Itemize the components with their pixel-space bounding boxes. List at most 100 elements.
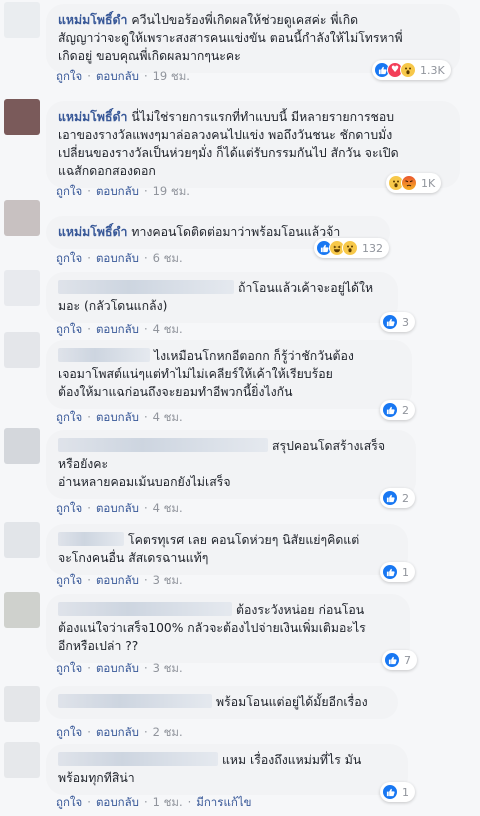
reaction-summary[interactable]: 2 — [380, 400, 415, 420]
like-icon — [382, 314, 398, 330]
reply-link[interactable]: ตอบกลับ — [96, 501, 139, 515]
comment-actions: ถูกใจ · ตอบกลับ · 3 ชม. — [56, 661, 183, 675]
reply-link[interactable]: ตอบกลับ — [96, 725, 139, 739]
avatar[interactable] — [4, 332, 40, 368]
avatar[interactable] — [4, 2, 40, 38]
reply-link[interactable]: ตอบกลับ — [96, 573, 139, 587]
reaction-summary[interactable]: 2 — [380, 488, 415, 508]
reaction-summary[interactable]: 7 — [382, 650, 417, 670]
avatar[interactable] — [4, 270, 40, 306]
comment-text-line: เจอมาโพสต์แน่ๆแต่ทำไม่ไม่เคลียร์ให้เค้าใ… — [58, 367, 333, 381]
reaction-count: 1 — [402, 785, 409, 799]
reaction-count: 1.3K — [420, 63, 445, 77]
comment-bubble: โคตรทุเรศ เลย คอนโดห่วยๆ นิสัยแย่ๆคิดแต่… — [46, 524, 408, 575]
comment-text-line: เปลี่ยนของรางวัลเป็นห่วยๆมั่ง ก็ได้แต่รั… — [58, 146, 399, 160]
commenter-name-blurred[interactable] — [58, 532, 124, 546]
like-icon — [382, 402, 398, 418]
comment-author[interactable]: แหม่มโพธิ์ดำ — [58, 110, 127, 124]
avatar[interactable] — [4, 686, 40, 722]
comment-text-line: เกิดอยู่ ขอบคุณพี่เกิดผลมากๆนะคะ — [58, 49, 241, 63]
like-link[interactable]: ถูกใจ — [56, 184, 82, 198]
like-icon — [382, 490, 398, 506]
like-link[interactable]: ถูกใจ — [56, 795, 82, 809]
commenter-name-blurred[interactable] — [58, 280, 234, 294]
timestamp[interactable]: 6 ชม. — [153, 251, 183, 265]
avatar[interactable] — [4, 522, 40, 558]
timestamp[interactable]: 19 ชม. — [153, 69, 190, 83]
angry-icon — [401, 175, 417, 191]
reply-link[interactable]: ตอบกลับ — [96, 410, 139, 424]
reaction-summary[interactable]: 1 — [380, 782, 415, 802]
comment-text-line: พร้อมโอนแต่อยู่ได้มั้ยอีกเรื่อง — [216, 695, 368, 709]
like-icon — [384, 652, 400, 668]
reply-link[interactable]: ตอบกลับ — [96, 251, 139, 265]
reply-link[interactable]: ตอบกลับ — [96, 184, 139, 198]
like-link[interactable]: ถูกใจ — [56, 410, 82, 424]
reaction-summary[interactable]: 132 — [314, 238, 389, 258]
commenter-name-blurred[interactable] — [58, 348, 150, 362]
comment-text-line: มอะ (กลัวโดนแกล้ง) — [58, 299, 168, 313]
comment-actions: ถูกใจ · ตอบกลับ · 19 ชม. — [56, 69, 190, 83]
reaction-summary[interactable]: 3 — [380, 312, 415, 332]
reply-link[interactable]: ตอบกลับ — [96, 661, 139, 675]
reply-link[interactable]: ตอบกลับ — [96, 795, 139, 809]
like-link[interactable]: ถูกใจ — [56, 501, 82, 515]
timestamp[interactable]: 2 ชม. — [153, 725, 183, 739]
comment-text-line: พร้อมทุกทีสิน่า — [58, 771, 135, 785]
edited-link[interactable]: มีการแก้ไข — [196, 795, 251, 809]
like-icon — [382, 784, 398, 800]
like-link[interactable]: ถูกใจ — [56, 69, 82, 83]
reaction-summary[interactable]: 1 — [380, 562, 415, 582]
comment-actions: ถูกใจ · ตอบกลับ · 19 ชม. — [56, 184, 190, 198]
reaction-count: 132 — [362, 241, 383, 255]
commenter-name-blurred[interactable] — [58, 694, 212, 708]
comment-author[interactable]: แหม่มโพธิ์ดำ — [58, 13, 127, 27]
comment-actions: ถูกใจ · ตอบกลับ · 1 ชม. · มีการแก้ไข — [56, 795, 252, 809]
avatar[interactable] — [4, 742, 40, 778]
timestamp[interactable]: 3 ชม. — [153, 661, 183, 675]
commenter-name-blurred[interactable] — [58, 438, 268, 452]
commenter-name-blurred[interactable] — [58, 602, 232, 616]
avatar[interactable] — [4, 592, 40, 628]
reaction-count: 1K — [421, 176, 436, 190]
like-link[interactable]: ถูกใจ — [56, 322, 82, 336]
reaction-summary[interactable]: ♥ 1.3K — [372, 60, 451, 80]
like-link[interactable]: ถูกใจ — [56, 573, 82, 587]
comment-text-line: ต้องแน่ใจว่าเสร็จ100% กลัวจะต้องไปจ่ายเง… — [58, 621, 366, 635]
comment-bubble: แหม เรื่องถึงแหม่มที่ไร มัน พร้อมทุกทีสิ… — [46, 744, 408, 795]
reply-link[interactable]: ตอบกลับ — [96, 69, 139, 83]
timestamp[interactable]: 4 ชม. — [153, 501, 183, 515]
comment-bubble: ถ้าโอนแล้วเค้าจะอยู่ได้ให มอะ (กลัวโดนแก… — [46, 272, 398, 323]
avatar[interactable] — [4, 99, 40, 135]
timestamp[interactable]: 1 ชม. — [153, 795, 183, 809]
like-link[interactable]: ถูกใจ — [56, 251, 82, 265]
comment-text-line: อีกหรือเปล่า ?? — [58, 639, 139, 653]
reaction-count: 7 — [404, 653, 411, 667]
comment-text-line: เอาของรางวัลแพงๆมาล่อลวงคนไปแข่ง พอถึงวั… — [58, 128, 393, 142]
timestamp[interactable]: 4 ชม. — [153, 410, 183, 424]
comment-text-line: ต้องให้มาแฉก่อนถึงจะยอมทำอีพวกนี้ยิ่งไงก… — [58, 385, 293, 399]
comment-text-line: ต้องระวังหน่อย ก่อนโอน — [236, 603, 365, 617]
reaction-count: 2 — [402, 491, 409, 505]
comment-text-line: ไงเหมือนโกหกอีตอกก ก็รู้ว่าชักวันต้อง — [154, 349, 354, 363]
reply-link[interactable]: ตอบกลับ — [96, 322, 139, 336]
avatar[interactable] — [4, 428, 40, 464]
comment-text-line: ทางคอนโดติดต่อมาว่าพร้อมโอนแล้วจ้า — [131, 225, 341, 239]
commenter-name-blurred[interactable] — [58, 752, 218, 766]
reaction-count: 1 — [402, 565, 409, 579]
timestamp[interactable]: 3 ชม. — [153, 573, 183, 587]
avatar[interactable] — [4, 200, 40, 236]
like-icon — [382, 564, 398, 580]
like-link[interactable]: ถูกใจ — [56, 725, 82, 739]
comment-actions: ถูกใจ · ตอบกลับ · 2 ชม. — [56, 725, 183, 739]
reaction-summary[interactable]: 1K — [386, 173, 442, 193]
comment-bubble: ต้องระวังหน่อย ก่อนโอน ต้องแน่ใจว่าเสร็จ… — [46, 594, 410, 663]
wow-icon — [400, 62, 416, 78]
comment-bubble: ไงเหมือนโกหกอีตอกก ก็รู้ว่าชักวันต้อง เจ… — [46, 340, 412, 409]
like-link[interactable]: ถูกใจ — [56, 661, 82, 675]
timestamp[interactable]: 4 ชม. — [153, 322, 183, 336]
timestamp[interactable]: 19 ชม. — [153, 184, 190, 198]
comment-actions: ถูกใจ · ตอบกลับ · 4 ชม. — [56, 501, 183, 515]
comment-actions: ถูกใจ · ตอบกลับ · 4 ชม. — [56, 322, 183, 336]
comment-author[interactable]: แหม่มโพธิ์ดำ — [58, 225, 127, 239]
